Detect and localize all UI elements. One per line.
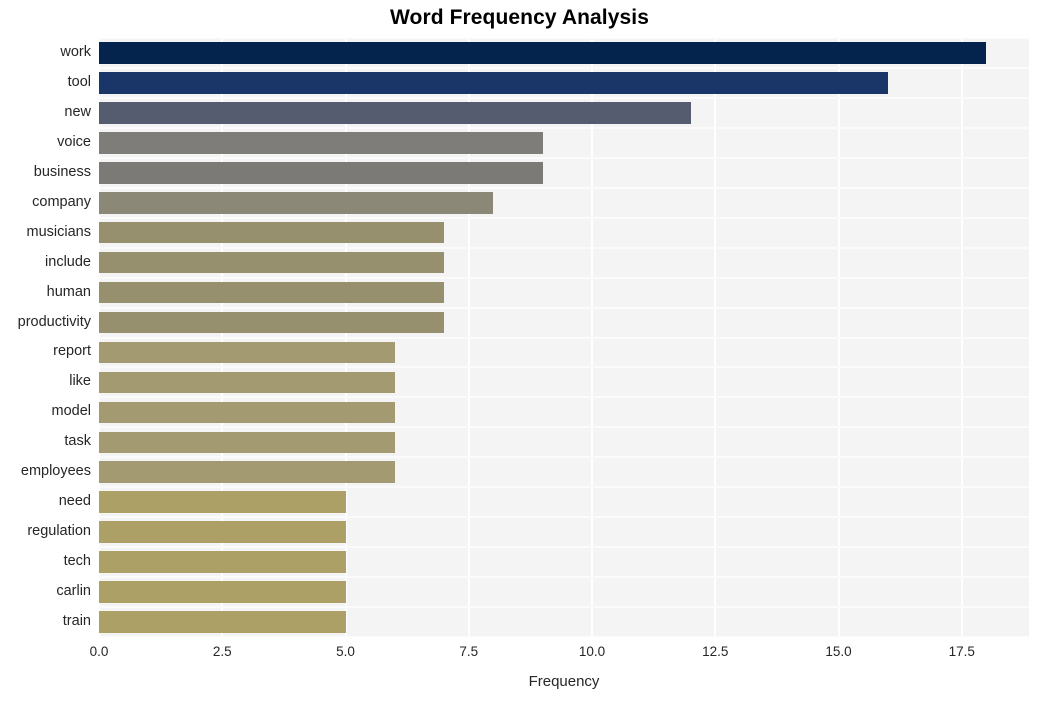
bar-musicians[interactable] bbox=[99, 221, 445, 244]
bar-need[interactable] bbox=[99, 491, 346, 513]
horizontal-gridline bbox=[99, 96, 1029, 99]
bar-row[interactable] bbox=[99, 102, 1029, 124]
horizontal-gridline bbox=[99, 366, 1029, 369]
horizontal-gridline bbox=[99, 276, 1029, 279]
bar-human[interactable] bbox=[99, 281, 445, 304]
bar-work[interactable] bbox=[99, 42, 987, 64]
horizontal-gridline bbox=[99, 336, 1029, 339]
x-tick-label-17.5: 17.5 bbox=[948, 644, 975, 659]
bar-tech[interactable] bbox=[99, 551, 346, 573]
horizontal-gridline bbox=[99, 126, 1029, 129]
bar-like[interactable] bbox=[99, 371, 395, 394]
horizontal-gridline bbox=[99, 396, 1029, 399]
x-axis-title: Frequency bbox=[528, 673, 600, 690]
y-tick-label-new: new bbox=[64, 103, 91, 120]
x-tick-label-12.5: 12.5 bbox=[702, 644, 729, 659]
y-tick-label-musicians: musicians bbox=[26, 223, 91, 240]
bar-train[interactable] bbox=[99, 611, 346, 633]
y-tick-label-company: company bbox=[32, 193, 91, 210]
bar-row[interactable] bbox=[99, 281, 1029, 304]
bar-new[interactable] bbox=[99, 102, 691, 124]
bar-voice[interactable] bbox=[99, 132, 543, 154]
horizontal-gridline bbox=[99, 426, 1029, 429]
horizontal-gridline bbox=[99, 38, 1029, 39]
horizontal-gridline bbox=[99, 216, 1029, 219]
bar-row[interactable] bbox=[99, 251, 1029, 274]
bar-row[interactable] bbox=[99, 521, 1029, 543]
bar-row[interactable] bbox=[99, 581, 1029, 603]
x-tick-label-15.0: 15.0 bbox=[825, 644, 852, 659]
plot-area bbox=[99, 38, 1029, 637]
y-tick-label-human: human bbox=[46, 283, 91, 300]
y-tick-label-like: like bbox=[69, 373, 91, 390]
x-tick-label-5.0: 5.0 bbox=[336, 644, 355, 659]
bar-task[interactable] bbox=[99, 431, 395, 454]
chart-figure: Word Frequency Analysis work tool new voice… bbox=[0, 0, 1039, 701]
bar-row[interactable] bbox=[99, 461, 1029, 484]
horizontal-gridline bbox=[99, 156, 1029, 159]
y-tick-label-tech: tech bbox=[63, 553, 91, 570]
bar-row[interactable] bbox=[99, 551, 1029, 573]
y-tick-label-include: include bbox=[45, 253, 91, 270]
y-tick-label-voice: voice bbox=[57, 133, 91, 150]
y-tick-label-report: report bbox=[53, 343, 91, 360]
bar-row[interactable] bbox=[99, 221, 1029, 244]
y-tick-label-carlin: carlin bbox=[56, 583, 91, 600]
bar-row[interactable] bbox=[99, 311, 1029, 334]
y-tick-label-tool: tool bbox=[67, 73, 91, 90]
bar-employees[interactable] bbox=[99, 461, 395, 484]
y-tick-label-need: need bbox=[58, 493, 91, 510]
horizontal-gridline bbox=[99, 66, 1029, 69]
bar-row[interactable] bbox=[99, 72, 1029, 94]
horizontal-gridline bbox=[99, 546, 1029, 549]
y-tick-label-employees: employees bbox=[20, 463, 91, 480]
horizontal-gridline bbox=[99, 516, 1029, 519]
horizontal-gridline bbox=[99, 636, 1029, 637]
bar-row[interactable] bbox=[99, 431, 1029, 454]
bar-row[interactable] bbox=[99, 191, 1029, 214]
bar-row[interactable] bbox=[99, 161, 1029, 184]
bar-row[interactable] bbox=[99, 341, 1029, 364]
horizontal-gridline bbox=[99, 246, 1029, 249]
y-tick-label-train: train bbox=[62, 613, 91, 630]
horizontal-gridline bbox=[99, 606, 1029, 609]
bar-row[interactable] bbox=[99, 371, 1029, 394]
bar-row[interactable] bbox=[99, 401, 1029, 424]
bar-row[interactable] bbox=[99, 491, 1029, 513]
horizontal-gridline bbox=[99, 486, 1029, 489]
horizontal-gridline bbox=[99, 186, 1029, 189]
bar-regulation[interactable] bbox=[99, 521, 346, 543]
bar-report[interactable] bbox=[99, 341, 395, 364]
x-tick-label-10.0: 10.0 bbox=[578, 644, 606, 659]
bar-carlin[interactable] bbox=[99, 581, 346, 603]
bar-business[interactable] bbox=[99, 161, 543, 184]
y-tick-label-productivity: productivity bbox=[17, 313, 91, 330]
y-tick-label-model: model bbox=[51, 403, 92, 420]
bar-row[interactable] bbox=[99, 611, 1029, 633]
x-tick-label-2.5: 2.5 bbox=[212, 644, 232, 659]
y-tick-label-business: business bbox=[33, 163, 91, 180]
chart-title: Word Frequency Analysis bbox=[389, 6, 650, 29]
horizontal-gridline bbox=[99, 576, 1029, 579]
y-tick-label-work: work bbox=[60, 43, 91, 60]
bar-model[interactable] bbox=[99, 401, 395, 424]
horizontal-gridline bbox=[99, 456, 1029, 459]
bar-productivity[interactable] bbox=[99, 311, 445, 334]
bar-company[interactable] bbox=[99, 191, 494, 214]
x-tick-label-7.5: 7.5 bbox=[459, 644, 479, 659]
y-tick-label-regulation: regulation bbox=[27, 523, 91, 540]
y-tick-label-task: task bbox=[64, 433, 91, 450]
horizontal-gridline bbox=[99, 306, 1029, 309]
bar-include[interactable] bbox=[99, 251, 445, 274]
x-tick-label-0.0: 0.0 bbox=[89, 644, 109, 659]
bar-row[interactable] bbox=[99, 132, 1029, 154]
bar-row[interactable] bbox=[99, 42, 1029, 64]
bar-tool[interactable] bbox=[99, 72, 888, 94]
